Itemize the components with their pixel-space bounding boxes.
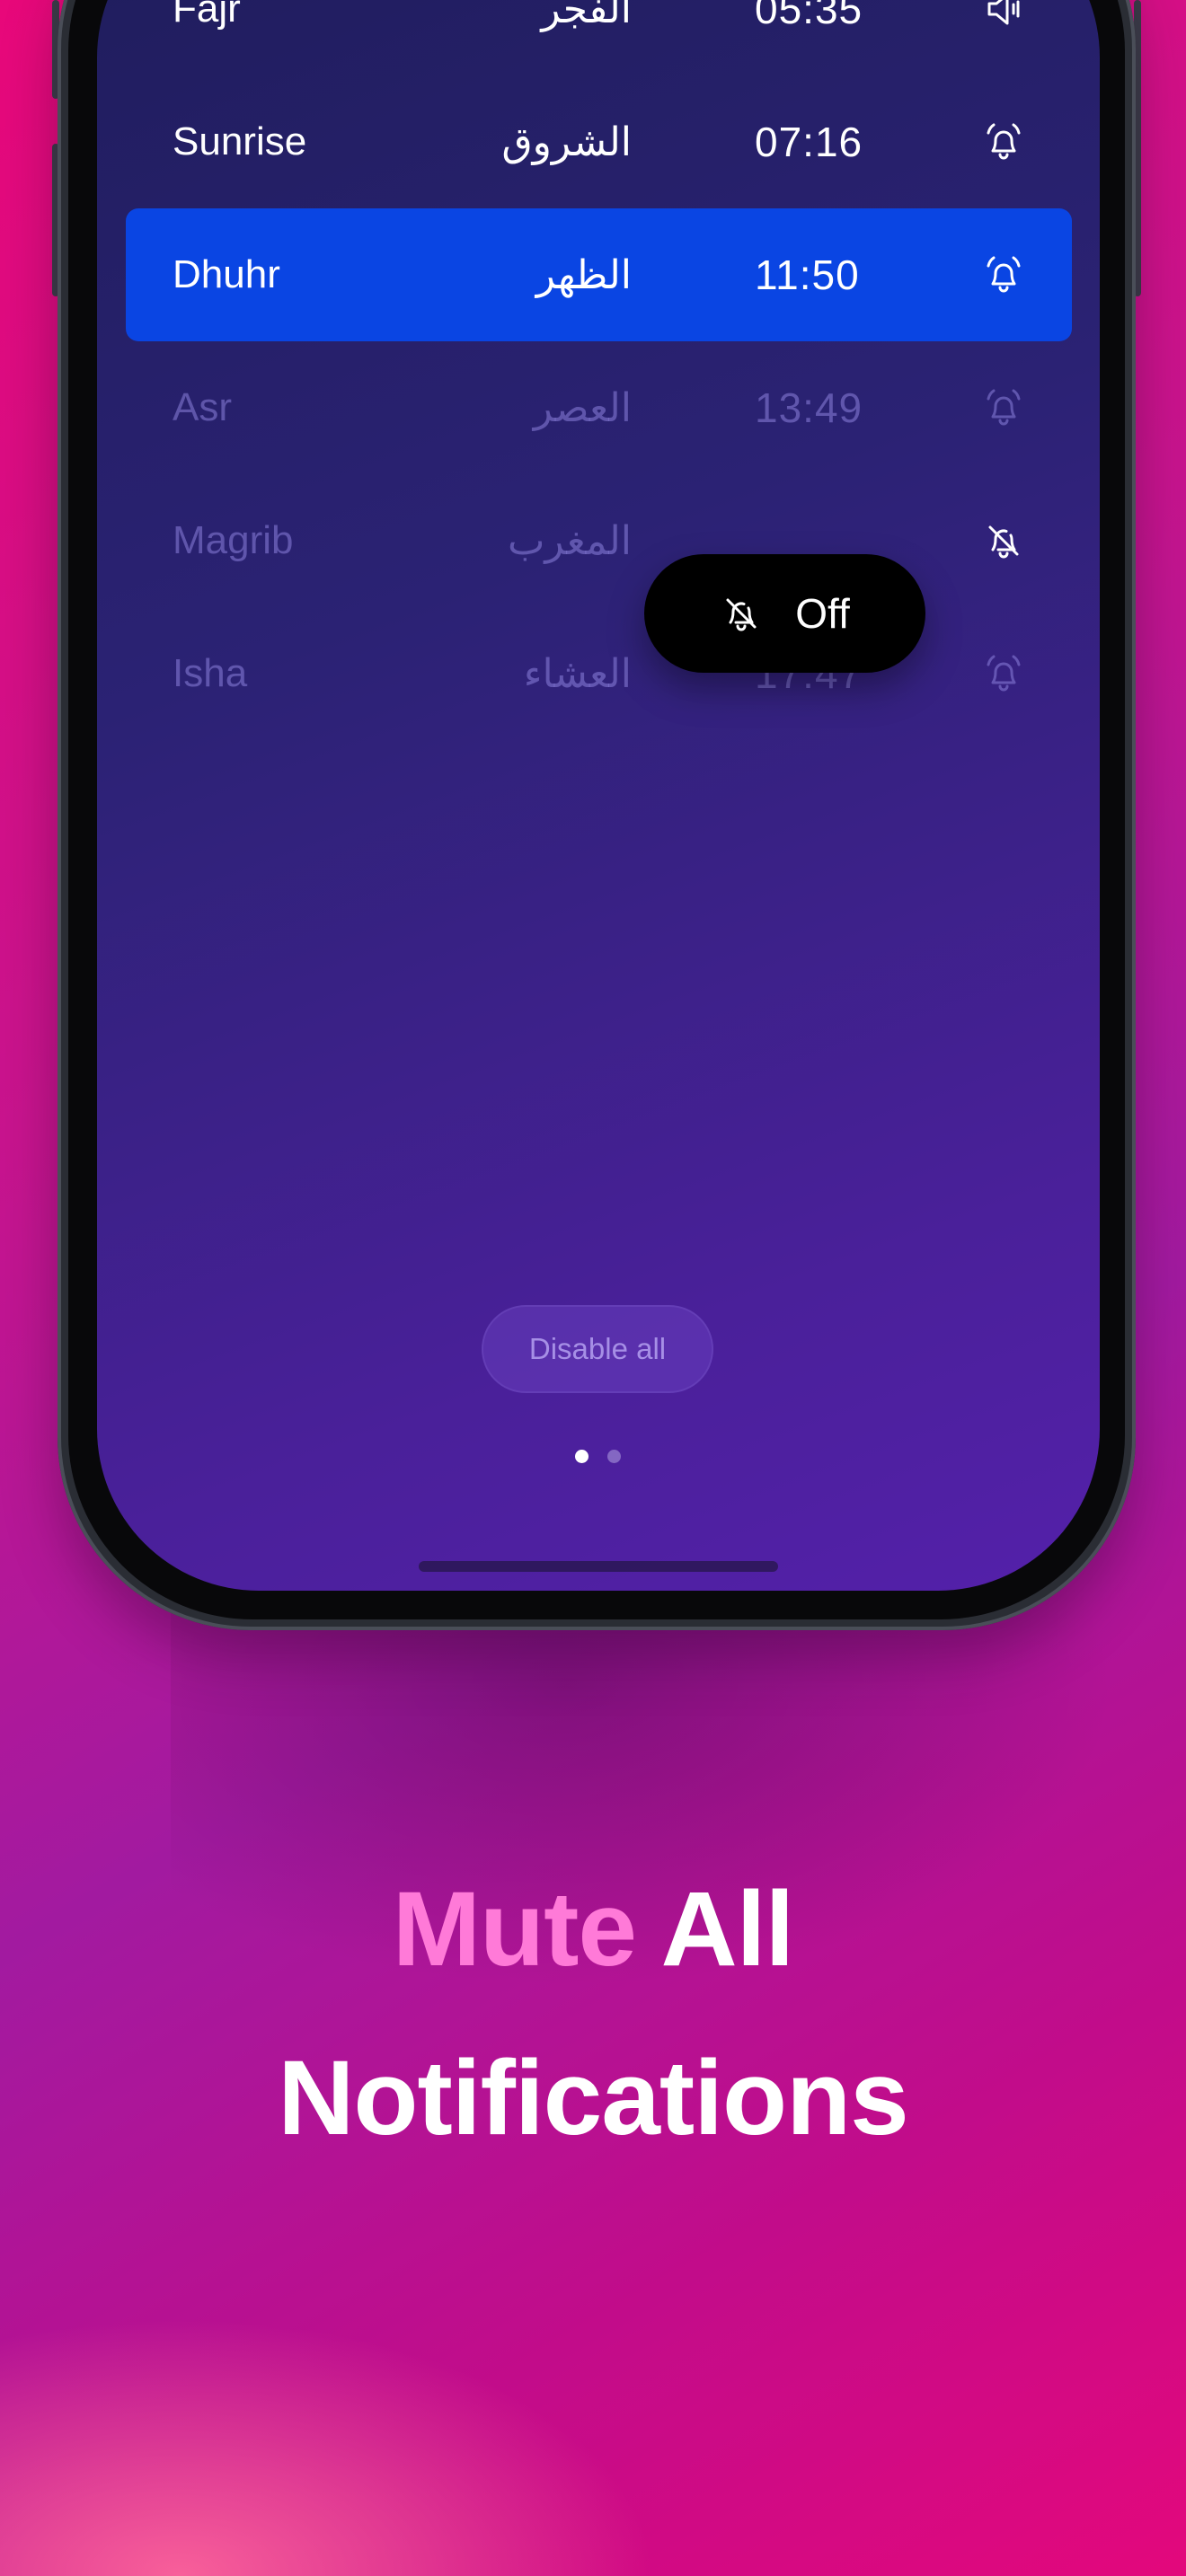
prayer-name-arabic: الظهر (535, 251, 632, 298)
disable-all-button[interactable]: Disable all (482, 1305, 713, 1393)
bell-icon[interactable] (982, 386, 1025, 429)
prayer-row-asr[interactable]: Asr العصر 13:49 (126, 341, 1072, 474)
page-dot[interactable] (607, 1450, 621, 1463)
bell-icon[interactable] (982, 253, 1025, 296)
prayer-row-fajr[interactable]: Fajr الفجر 05:35 (126, 0, 1072, 75)
prayer-time: 07:16 (755, 119, 863, 165)
prayer-name-arabic: الفجر (541, 0, 632, 32)
headline-accent-word: Mute (392, 1870, 637, 1989)
prayer-row-isha[interactable]: Isha العشاء 17:47 (126, 607, 1072, 740)
prayer-row-sunrise[interactable]: Sunrise الشروق 07:16 (126, 75, 1072, 208)
bell-icon[interactable] (982, 120, 1025, 163)
speaker-icon[interactable] (982, 0, 1025, 31)
headline-line-1: Mute All (0, 1868, 1186, 1990)
bell-icon[interactable] (982, 652, 1025, 695)
headline-line-2: Notifications (278, 2039, 909, 2157)
phone-screen: Fajr الفجر 05:35 Sunrise الشروق 07:16 Dh… (97, 0, 1100, 1591)
bell-off-icon (720, 592, 763, 635)
prayer-name-arabic: العشاء (523, 650, 632, 697)
prayer-row-magrib[interactable]: Magrib المغرب (126, 474, 1072, 607)
page-dot-active[interactable] (575, 1450, 589, 1463)
prayer-time: 05:35 (755, 0, 863, 32)
prayer-name: Asr (173, 385, 232, 429)
prayer-time: 13:49 (755, 384, 863, 431)
prayer-name-arabic: المغرب (508, 517, 632, 564)
home-indicator[interactable] (419, 1561, 778, 1572)
prayer-name-arabic: الشروق (501, 119, 632, 165)
prayer-name: Dhuhr (173, 252, 280, 296)
mute-toast: Off (644, 554, 925, 673)
bell-off-icon[interactable] (982, 519, 1025, 562)
prayer-name: Magrib (173, 518, 294, 562)
page-indicator[interactable] (575, 1450, 621, 1463)
prayer-name-arabic: العصر (533, 384, 632, 431)
prayer-name: Sunrise (173, 119, 307, 163)
prayer-row-dhuhr[interactable]: Dhuhr الظهر 11:50 (126, 208, 1072, 341)
prayer-name: Isha (173, 651, 248, 695)
toast-label: Off (795, 590, 850, 637)
prayer-time: 11:50 (755, 251, 860, 298)
prayer-name: Fajr (173, 0, 241, 31)
headline-word: All (660, 1870, 794, 1989)
